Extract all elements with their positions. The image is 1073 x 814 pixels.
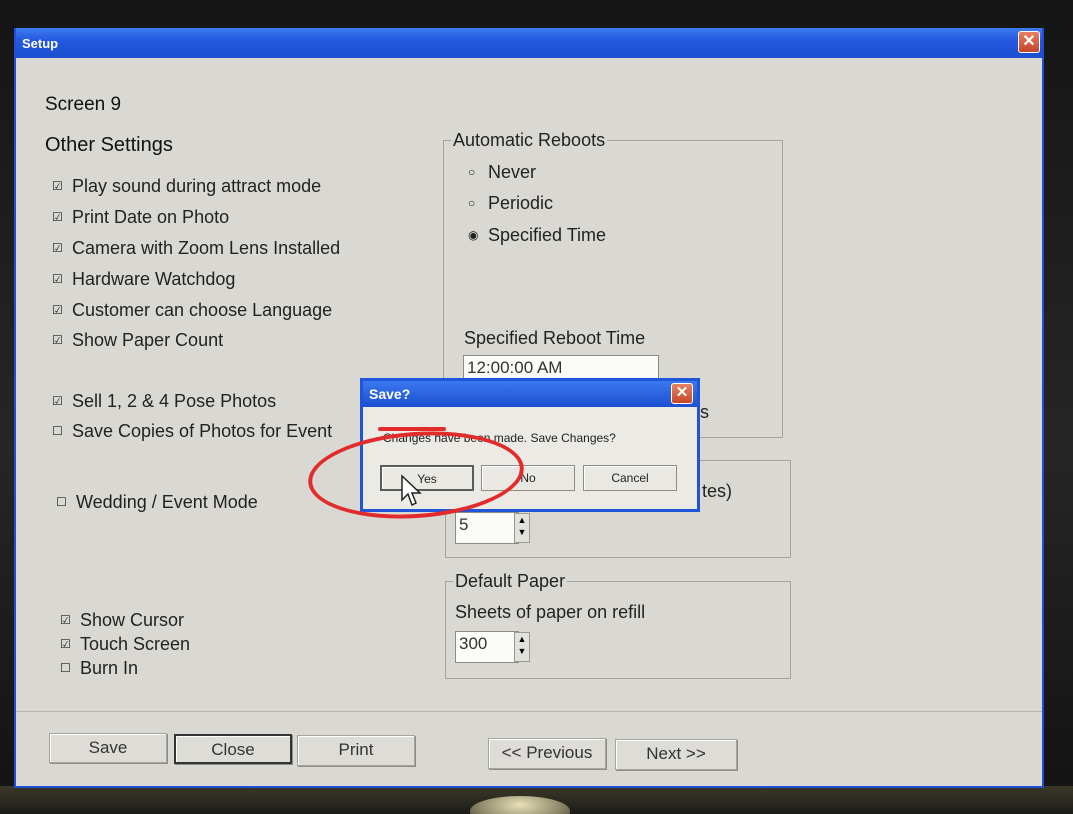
checkbox-pose-photos[interactable]: ☑ Sell 1, 2 & 4 Pose Photos bbox=[52, 391, 276, 412]
footer-divider bbox=[16, 711, 1042, 712]
interval-spinner[interactable]: ▲ ▼ bbox=[514, 513, 530, 543]
checkbox-icon: ☑ bbox=[52, 210, 63, 224]
dialog-title: Save? bbox=[369, 386, 411, 402]
checkbox-paper-count[interactable]: ☑ Show Paper Count bbox=[52, 330, 223, 351]
checkbox-icon: ☐ bbox=[52, 424, 63, 438]
cancel-button[interactable]: Cancel bbox=[583, 465, 677, 491]
checkbox-label: Sell 1, 2 & 4 Pose Photos bbox=[72, 391, 277, 411]
reboot-time-label: Specified Reboot Time bbox=[464, 328, 646, 348]
checkbox-label: Touch Screen bbox=[80, 634, 191, 654]
annotation-underline bbox=[378, 427, 446, 431]
radio-label: Never bbox=[488, 162, 537, 182]
checkbox-icon: ☐ bbox=[56, 495, 67, 509]
checkbox-icon: ☑ bbox=[52, 179, 63, 193]
radio-never[interactable]: ○ Never bbox=[468, 162, 536, 183]
section-title: Other Settings bbox=[45, 134, 173, 156]
checkbox-label: Save Copies of Photos for Event bbox=[72, 421, 333, 441]
spin-up-icon[interactable]: ▲ bbox=[515, 514, 529, 526]
radio-label: Specified Time bbox=[488, 225, 607, 245]
radio-icon: ◉ bbox=[468, 228, 479, 242]
checkbox-label: Print Date on Photo bbox=[72, 207, 230, 227]
interval-input[interactable]: 5 bbox=[455, 512, 519, 544]
checkbox-print-date[interactable]: ☑ Print Date on Photo bbox=[52, 207, 229, 228]
reboots-group-label: Automatic Reboots bbox=[451, 130, 608, 151]
checkbox-icon: ☐ bbox=[60, 661, 71, 675]
close-button[interactable]: Close bbox=[174, 734, 292, 764]
spin-down-icon[interactable]: ▼ bbox=[515, 526, 529, 538]
checkbox-icon: ☑ bbox=[60, 637, 71, 651]
sheets-input[interactable]: 300 bbox=[455, 631, 519, 663]
print-button[interactable]: Print bbox=[297, 735, 415, 766]
checkbox-label: Show Paper Count bbox=[72, 330, 224, 350]
checkbox-icon: ☑ bbox=[52, 272, 63, 286]
checkbox-icon: ☑ bbox=[60, 613, 71, 627]
radio-specified-time[interactable]: ◉ Specified Time bbox=[468, 225, 606, 246]
checkbox-label: Show Cursor bbox=[80, 610, 185, 630]
checkbox-touch-screen[interactable]: ☑ Touch Screen bbox=[60, 634, 190, 655]
radio-label: Periodic bbox=[488, 193, 554, 213]
checkbox-watchdog[interactable]: ☑ Hardware Watchdog bbox=[52, 269, 235, 290]
checkbox-play-sound[interactable]: ☑ Play sound during attract mode bbox=[52, 176, 321, 197]
dialog-close-icon[interactable]: ✕ bbox=[671, 383, 693, 404]
previous-button[interactable]: << Previous bbox=[488, 738, 606, 769]
reboot-partial-text: s bbox=[700, 402, 709, 422]
checkbox-icon: ☑ bbox=[52, 333, 63, 347]
checkbox-label: Wedding / Event Mode bbox=[76, 492, 258, 512]
checkbox-burn-in[interactable]: ☐ Burn In bbox=[60, 658, 138, 679]
checkbox-icon: ☑ bbox=[52, 394, 63, 408]
close-icon[interactable]: ✕ bbox=[1018, 31, 1040, 53]
save-button[interactable]: Save bbox=[49, 733, 167, 763]
interval-label-partial: tes) bbox=[702, 481, 733, 501]
default-paper-group bbox=[445, 581, 791, 679]
checkbox-label: Hardware Watchdog bbox=[72, 269, 236, 289]
mouse-cursor-icon bbox=[401, 474, 422, 507]
dialog-titlebar: Save? ✕ bbox=[363, 381, 697, 407]
window-titlebar: Setup ✕ bbox=[16, 28, 1042, 58]
checkbox-save-copies[interactable]: ☐ Save Copies of Photos for Event bbox=[52, 421, 332, 442]
checkbox-label: Camera with Zoom Lens Installed bbox=[72, 238, 341, 258]
window-title: Setup bbox=[22, 36, 59, 51]
checkbox-zoom-lens[interactable]: ☑ Camera with Zoom Lens Installed bbox=[52, 238, 340, 259]
checkbox-choose-language[interactable]: ☑ Customer can choose Language bbox=[52, 300, 332, 321]
screen-title: Screen 9 bbox=[45, 94, 122, 115]
sheets-spinner[interactable]: ▲ ▼ bbox=[514, 632, 530, 662]
checkbox-label: Burn In bbox=[80, 658, 139, 678]
checkbox-icon: ☑ bbox=[52, 241, 63, 255]
sheets-label: Sheets of paper on refill bbox=[455, 602, 646, 622]
spin-down-icon[interactable]: ▼ bbox=[515, 645, 529, 657]
radio-periodic[interactable]: ○ Periodic bbox=[468, 193, 553, 214]
default-paper-label: Default Paper bbox=[453, 571, 568, 592]
radio-icon: ○ bbox=[468, 196, 476, 210]
checkbox-label: Play sound during attract mode bbox=[72, 176, 322, 196]
checkbox-icon: ☑ bbox=[52, 303, 63, 317]
checkbox-label: Customer can choose Language bbox=[72, 300, 333, 320]
checkbox-wedding-mode[interactable]: ☐ Wedding / Event Mode bbox=[56, 492, 258, 513]
spin-up-icon[interactable]: ▲ bbox=[515, 633, 529, 645]
checkbox-show-cursor[interactable]: ☑ Show Cursor bbox=[60, 610, 184, 631]
radio-icon: ○ bbox=[468, 165, 476, 179]
next-button[interactable]: Next >> bbox=[615, 739, 737, 770]
